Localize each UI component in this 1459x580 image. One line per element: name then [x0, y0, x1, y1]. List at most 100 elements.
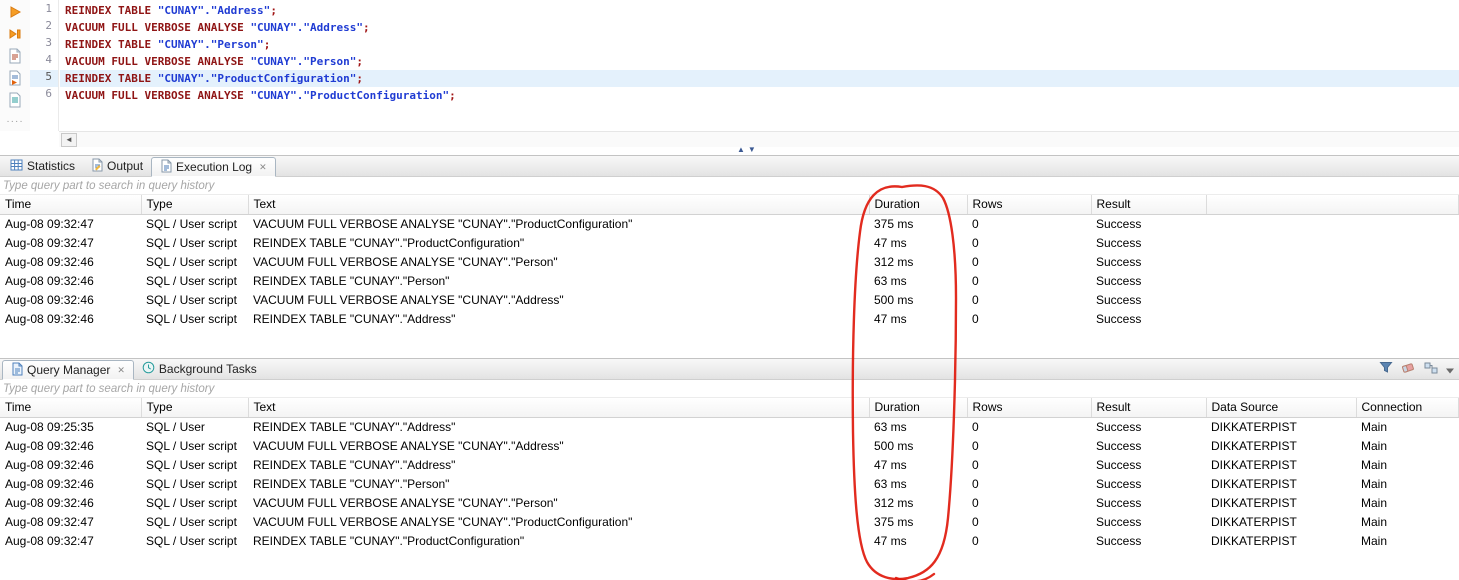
- line-number[interactable]: 6: [30, 87, 58, 104]
- sash-up-arrow-icon[interactable]: ▲: [737, 145, 748, 154]
- column-header-type[interactable]: Type: [141, 398, 249, 418]
- close-tab-icon[interactable]: ✕: [117, 365, 125, 376]
- cell: Main: [1361, 495, 1388, 510]
- line-number[interactable]: 1: [30, 2, 58, 19]
- table-row[interactable]: Aug-08 09:32:46 SQL / User script REINDEX …: [0, 455, 1459, 474]
- tab-label: Query Manager: [27, 363, 111, 377]
- code-token: ;: [449, 89, 456, 102]
- query-history-filter-input[interactable]: [0, 380, 1459, 397]
- table-row[interactable]: Aug-08 09:32:47 SQL / User script VACUUM F…: [0, 214, 1459, 233]
- transfer-icon[interactable]: [1424, 361, 1438, 379]
- code-token: "CUNAY"."Address": [157, 4, 271, 17]
- table-row[interactable]: Aug-08 09:32:46 SQL / User script REINDEX …: [0, 271, 1459, 290]
- panel-sash[interactable]: ▲▼: [0, 145, 1459, 155]
- table-row[interactable]: Aug-08 09:32:46 SQL / User script VACUUM F…: [0, 493, 1459, 512]
- script-icon[interactable]: [6, 91, 24, 108]
- cell: REINDEX TABLE "CUNAY"."Person": [253, 476, 450, 491]
- table-row[interactable]: Aug-08 09:32:46 SQL / User script VACUUM F…: [0, 252, 1459, 271]
- code-line[interactable]: REINDEX TABLE "CUNAY"."Person";: [60, 36, 1459, 53]
- cell: 312 ms: [874, 254, 914, 269]
- sash-down-arrow-icon[interactable]: ▼: [748, 145, 759, 154]
- cell: Aug-08 09:32:46: [5, 457, 94, 472]
- sql-editor[interactable]: ···· 123456 REINDEX TABLE "CUNAY"."Addre…: [0, 0, 1459, 131]
- execute-script-file-icon[interactable]: [6, 69, 24, 86]
- execution-log-table: Time Type Text Duration Rows Result Aug-08 09:…: [0, 195, 1459, 328]
- cell: Success: [1096, 273, 1142, 288]
- cell: Success: [1096, 476, 1142, 491]
- tab-label: Background Tasks: [158, 362, 257, 376]
- column-header-result[interactable]: Result: [1091, 398, 1207, 418]
- column-header-duration[interactable]: Duration: [869, 195, 968, 215]
- cell: DIKKATERPIST: [1211, 514, 1297, 529]
- view-menu-chevron-icon[interactable]: [1446, 361, 1455, 379]
- cell: DIKKATERPIST: [1211, 533, 1297, 548]
- line-number[interactable]: 3: [30, 36, 58, 53]
- column-header-rows[interactable]: Rows: [967, 195, 1092, 215]
- column-header-connection[interactable]: Connection: [1356, 398, 1459, 418]
- column-header-time[interactable]: Time: [0, 398, 142, 418]
- cell: REINDEX TABLE "CUNAY"."Person": [253, 273, 450, 288]
- execute-script-icon[interactable]: [6, 25, 24, 42]
- table-row[interactable]: Aug-08 09:25:35 SQL / User REINDEX TABLE "…: [0, 417, 1459, 436]
- table-row[interactable]: Aug-08 09:32:46 SQL / User script VACUUM F…: [0, 290, 1459, 309]
- cell: DIKKATERPIST: [1211, 476, 1297, 491]
- cell: Aug-08 09:32:47: [5, 216, 94, 231]
- table-header-row: Time Type Text Duration Rows Result: [0, 195, 1459, 215]
- cell: 47 ms: [874, 533, 907, 548]
- column-header-data-source[interactable]: Data Source: [1206, 398, 1357, 418]
- column-header-text[interactable]: Text: [248, 398, 870, 418]
- tab-query-manager[interactable]: Query Manager ✕: [2, 360, 134, 380]
- code-line[interactable]: VACUUM FULL VERBOSE ANALYSE "CUNAY"."Per…: [60, 53, 1459, 70]
- cell: SQL / User script: [146, 311, 237, 326]
- cell: 63 ms: [874, 476, 907, 491]
- code-line[interactable]: REINDEX TABLE "CUNAY"."ProductConfigurat…: [60, 70, 1459, 87]
- table-row[interactable]: Aug-08 09:32:46 SQL / User script REINDEX …: [0, 309, 1459, 328]
- cell: SQL / User script: [146, 514, 237, 529]
- table-row[interactable]: Aug-08 09:32:46 SQL / User script VACUUM F…: [0, 436, 1459, 455]
- cell: Aug-08 09:32:46: [5, 311, 94, 326]
- cell: Main: [1361, 419, 1388, 434]
- cell: 0: [972, 254, 979, 269]
- table-row[interactable]: Aug-08 09:32:47 SQL / User script REINDEX …: [0, 233, 1459, 252]
- tab-output[interactable]: Output: [83, 156, 151, 176]
- code-token: ;: [363, 21, 370, 34]
- code-line[interactable]: VACUUM FULL VERBOSE ANALYSE "CUNAY"."Add…: [60, 19, 1459, 36]
- explain-plan-icon[interactable]: [6, 47, 24, 64]
- editor-horizontal-scrollbar[interactable]: ◄: [59, 131, 1459, 147]
- column-header-text[interactable]: Text: [248, 195, 870, 215]
- filter-funnel-icon[interactable]: [1379, 361, 1393, 379]
- execute-statement-icon[interactable]: [6, 3, 24, 20]
- cell: 0: [972, 235, 979, 250]
- clear-eraser-icon[interactable]: [1401, 361, 1416, 379]
- tab-statistics[interactable]: Statistics: [2, 156, 83, 176]
- cell: SQL / User: [146, 419, 205, 434]
- code-token: REINDEX TABLE: [65, 4, 158, 17]
- tab-execution-log[interactable]: Execution Log ✕: [151, 157, 276, 177]
- line-number[interactable]: 4: [30, 53, 58, 70]
- toolbar-more-icon[interactable]: ····: [6, 113, 24, 130]
- column-header-type[interactable]: Type: [141, 195, 249, 215]
- code-line[interactable]: VACUUM FULL VERBOSE ANALYSE "CUNAY"."Pro…: [60, 87, 1459, 104]
- line-number[interactable]: 2: [30, 19, 58, 36]
- cell: Success: [1096, 533, 1142, 548]
- column-header-result[interactable]: Result: [1091, 195, 1207, 215]
- column-header-duration[interactable]: Duration: [869, 398, 968, 418]
- table-row[interactable]: Aug-08 09:32:47 SQL / User script VACUUM F…: [0, 512, 1459, 531]
- line-number[interactable]: 5: [30, 70, 58, 87]
- table-row[interactable]: Aug-08 09:32:47 SQL / User script REINDEX …: [0, 531, 1459, 550]
- column-header-rows[interactable]: Rows: [967, 398, 1092, 418]
- cell: Success: [1096, 254, 1142, 269]
- code-area[interactable]: REINDEX TABLE "CUNAY"."Address"; VACUUM F…: [60, 0, 1459, 131]
- bottom-panel-tabbar: Statistics Output Execution Log ✕: [0, 155, 1459, 177]
- cell: Success: [1096, 292, 1142, 307]
- scroll-left-arrow-icon[interactable]: ◄: [61, 132, 77, 147]
- column-header-time[interactable]: Time: [0, 195, 142, 215]
- tab-label: Statistics: [27, 159, 76, 173]
- cell: Aug-08 09:32:46: [5, 476, 94, 491]
- table-row[interactable]: Aug-08 09:32:46 SQL / User script REINDEX …: [0, 474, 1459, 493]
- close-tab-icon[interactable]: ✕: [259, 162, 267, 173]
- code-line[interactable]: REINDEX TABLE "CUNAY"."Address";: [60, 2, 1459, 19]
- cell: 47 ms: [874, 311, 907, 326]
- query-history-filter-input[interactable]: [0, 177, 1459, 194]
- tab-background-tasks[interactable]: Background Tasks: [134, 359, 265, 379]
